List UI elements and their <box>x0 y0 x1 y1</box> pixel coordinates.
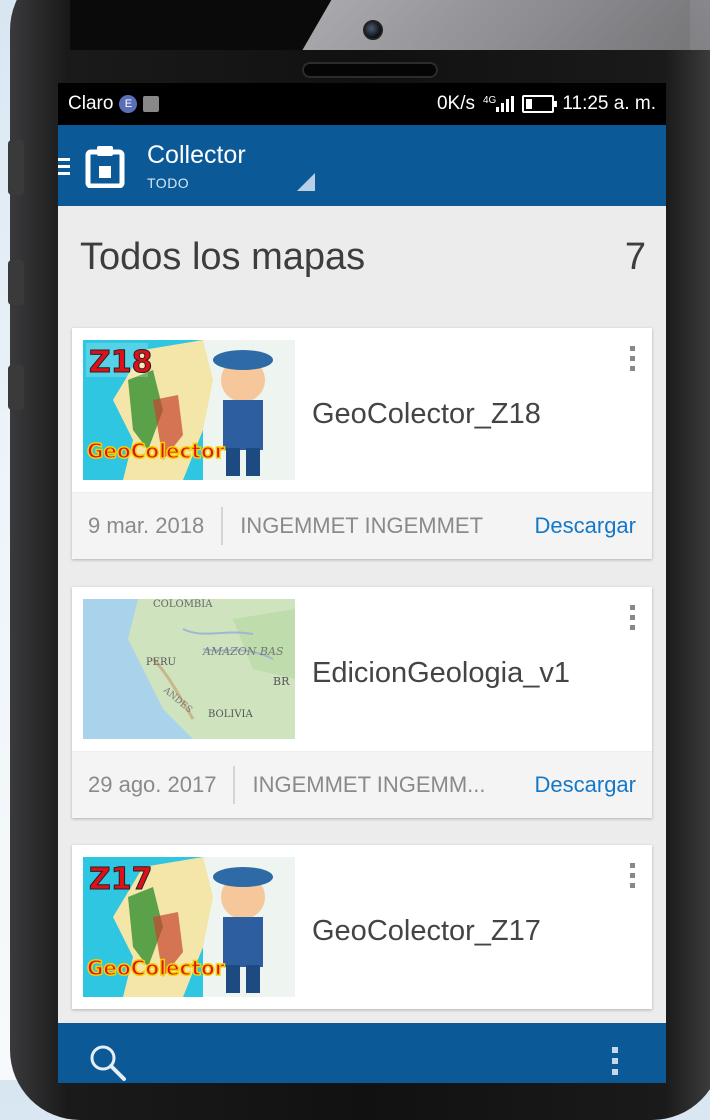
more-vert-icon[interactable] <box>630 346 636 376</box>
divider <box>233 766 236 804</box>
map-count: 7 <box>624 236 646 278</box>
map-date: 9 mar. 2018 <box>88 513 205 538</box>
search-icon[interactable] <box>88 1043 128 1083</box>
image-notification-icon <box>143 96 160 112</box>
thumb-label: BOLIVIA <box>208 709 253 720</box>
map-meta-row: 9 mar. 2018 INGEMMET INGEMMET Descargar <box>72 492 652 559</box>
volume-down-button <box>8 365 24 410</box>
thumb-label: BR <box>273 675 290 688</box>
hamburger-icon[interactable] <box>58 158 70 179</box>
download-button[interactable]: Descargar <box>535 772 636 798</box>
network-speed: 0K/s <box>436 93 475 114</box>
overflow-menu-icon[interactable] <box>612 1047 618 1080</box>
map-owner: INGEMMET INGEMM... <box>252 772 486 797</box>
map-thumbnail: Z18 GeoColector <box>83 340 295 480</box>
more-vert-icon[interactable] <box>630 605 636 635</box>
bottom-toolbar <box>58 1023 666 1083</box>
map-thumbnail: Z17 GeoColector <box>83 857 295 997</box>
map-meta-row: 29 ago. 2017 INGEMMET INGEMM... Descarga… <box>72 751 652 818</box>
app-subtitle[interactable]: TODO <box>147 175 189 191</box>
map-owner: INGEMMET INGEMMET <box>240 513 484 538</box>
dropdown-arrow-icon[interactable] <box>297 173 315 191</box>
more-vert-icon[interactable] <box>630 863 636 893</box>
battery-icon <box>522 95 558 113</box>
carrier-label: Claro <box>68 93 114 114</box>
status-bar: Claro E 0K/s 4G 11:25 a. m. <box>58 83 666 125</box>
thumb-caption: GeoColector <box>87 956 225 980</box>
clipboard-icon <box>85 146 125 188</box>
earpiece-speaker <box>302 62 438 78</box>
mute-switch <box>8 140 24 195</box>
thumb-badge: Z17 <box>89 862 153 897</box>
page-title: Todos los mapas <box>80 236 366 278</box>
map-title[interactable]: GeoColector_Z17 <box>312 915 541 948</box>
clock: 11:25 a. m. <box>562 93 656 114</box>
map-date: 29 ago. 2017 <box>88 772 217 797</box>
map-card[interactable]: COLOMBIA AMAZON BAS PERU BR BOLIVIA ANDE… <box>72 587 652 818</box>
map-title[interactable]: EdicionGeologia_v1 <box>312 657 570 690</box>
divider <box>221 507 224 545</box>
map-card[interactable]: Z18 GeoColector GeoColector_Z18 9 mar. 2… <box>72 328 652 559</box>
network-type: 4G <box>483 95 497 106</box>
signal-icon <box>496 96 515 112</box>
thumb-label: PERU <box>146 657 176 668</box>
thumb-badge: Z18 <box>89 345 153 380</box>
notification-e-icon: E <box>119 95 138 113</box>
volume-up-button <box>8 260 24 305</box>
map-thumbnail: COLOMBIA AMAZON BAS PERU BR BOLIVIA ANDE… <box>83 599 295 739</box>
thumb-caption: GeoColector <box>87 439 225 463</box>
thumb-label: AMAZON BAS <box>202 645 284 658</box>
app-title: Collector <box>147 141 246 169</box>
front-camera <box>363 20 383 40</box>
map-card[interactable]: Z17 GeoColector GeoColector_Z17 <box>72 845 652 1009</box>
phone-screen: Claro E 0K/s 4G 11:25 a. m. Collector TO… <box>58 83 666 1083</box>
thumb-label: COLOMBIA <box>153 599 213 610</box>
list-header: Todos los mapas 7 <box>58 206 666 328</box>
map-title[interactable]: GeoColector_Z18 <box>312 398 541 431</box>
app-bar: Collector TODO <box>58 125 666 206</box>
download-button[interactable]: Descargar <box>535 513 636 539</box>
